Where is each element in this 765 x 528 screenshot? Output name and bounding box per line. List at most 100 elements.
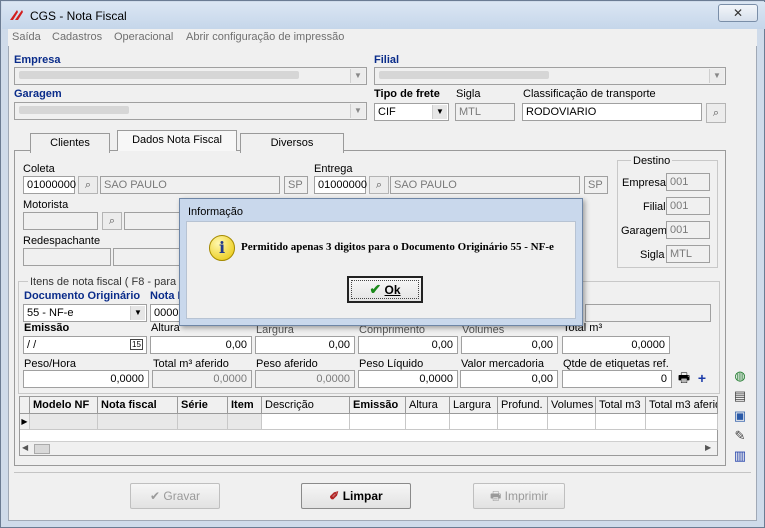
- coleta-code-field[interactable]: 01000000: [23, 176, 76, 194]
- col-item[interactable]: Item: [228, 397, 262, 414]
- filial-select[interactable]: ▼: [374, 67, 726, 85]
- etiquetas-value: 0: [660, 373, 667, 385]
- doc-orig-label: Documento Originário: [24, 290, 141, 302]
- tab-dados-nota-fiscal[interactable]: Dados Nota Fiscal: [117, 130, 237, 151]
- classificacao-field[interactable]: RODOVIARIO: [522, 103, 702, 121]
- add-icon[interactable]: +: [695, 370, 709, 386]
- limpar-button[interactable]: ✐ Limpar: [301, 483, 411, 509]
- scroll-left-icon[interactable]: ◀: [22, 443, 28, 452]
- limpar-label: Limpar: [342, 489, 383, 503]
- items-grid[interactable]: Modelo NF Nota fiscal Série Item Descriç…: [19, 396, 718, 456]
- ok-button[interactable]: ✔ Ok: [347, 276, 423, 303]
- tipo-frete-select[interactable]: CIF ▼: [374, 103, 449, 121]
- chevron-down-icon[interactable]: ▼: [432, 105, 447, 119]
- scroll-thumb[interactable]: [34, 444, 50, 454]
- peso-hora-field[interactable]: 0,0000: [23, 370, 149, 388]
- chevron-down-icon[interactable]: ▼: [709, 69, 724, 83]
- gravar-label: Gravar: [163, 489, 201, 503]
- empresa-select[interactable]: ▼: [14, 67, 367, 85]
- table-cell[interactable]: [178, 414, 228, 430]
- comprimento-field[interactable]: 0,00: [358, 336, 458, 354]
- calendar-icon[interactable]: 15: [130, 339, 143, 350]
- volumes-value: 0,00: [531, 339, 553, 351]
- imprimir-button[interactable]: 🖶 Imprimir: [473, 483, 565, 509]
- col-descricao[interactable]: Descrição: [262, 397, 350, 414]
- coleta-uf: SP: [288, 179, 303, 191]
- redespachante-label: Redespachante: [23, 235, 101, 247]
- entrega-code-field[interactable]: 01000000: [314, 176, 367, 194]
- motorista-code-field[interactable]: [23, 212, 98, 230]
- menu-cadastros[interactable]: Cadastros: [52, 31, 102, 43]
- menu-saida[interactable]: Saída: [12, 31, 41, 43]
- horizontal-scrollbar[interactable]: ◀ ▶: [20, 441, 717, 455]
- gravar-button[interactable]: ✔ Gravar: [130, 483, 220, 509]
- menu-abrir-config[interactable]: Abrir configuração de impressão: [186, 31, 344, 43]
- printer-icon[interactable]: 🖶: [676, 370, 692, 386]
- menu-operacional[interactable]: Operacional: [114, 31, 173, 43]
- table-cell[interactable]: [350, 414, 406, 430]
- table-cell[interactable]: [450, 414, 498, 430]
- info-dialog: Informação i Permitido apenas 3 digitos …: [179, 198, 583, 326]
- row-indicator-icon: ▶: [20, 414, 30, 430]
- col-largura[interactable]: Largura: [450, 397, 498, 414]
- scroll-right-icon[interactable]: ▶: [705, 443, 711, 452]
- volumes-field[interactable]: 0,00: [461, 336, 558, 354]
- col-profund[interactable]: Profund.: [498, 397, 548, 414]
- emissao-field[interactable]: / / 15: [23, 336, 147, 354]
- app-icon: [9, 8, 25, 22]
- peso-hora-value: 0,0000: [110, 373, 144, 385]
- chevron-down-icon[interactable]: ▼: [130, 306, 145, 320]
- garagem-label: Garagem: [14, 88, 62, 100]
- m3-field[interactable]: 0,0000: [562, 336, 670, 354]
- chevron-down-icon[interactable]: ▼: [350, 104, 365, 118]
- table-cell[interactable]: [596, 414, 646, 430]
- binoculars-icon[interactable]: ⌕: [102, 212, 122, 230]
- binoculars-icon[interactable]: ⌕: [78, 176, 98, 194]
- garagem-select[interactable]: ▼: [14, 102, 367, 120]
- etiquetas-label: Qtde de etiquetas ref.: [563, 358, 669, 370]
- largura-field[interactable]: 0,00: [255, 336, 355, 354]
- col-altura[interactable]: Altura: [406, 397, 450, 414]
- table-cell[interactable]: [262, 414, 350, 430]
- m3-aferido-field: 0,0000: [152, 370, 252, 388]
- col-volumes[interactable]: Volumes: [548, 397, 596, 414]
- col-emissao[interactable]: Emissão: [350, 397, 406, 414]
- close-button[interactable]: ✕: [718, 4, 758, 22]
- altura-value: 0,00: [225, 339, 247, 351]
- destino-empresa-label: Empresa: [622, 177, 667, 189]
- col-modelo-nf[interactable]: Modelo NF: [30, 397, 98, 414]
- peso-liquido-field[interactable]: 0,0000: [358, 370, 458, 388]
- entrega-city: SAO PAULO: [394, 179, 457, 191]
- table-cell[interactable]: [98, 414, 178, 430]
- globe-icon[interactable]: ◍: [731, 367, 749, 385]
- tab-clientes[interactable]: Clientes: [30, 133, 110, 153]
- col-serie[interactable]: Série: [178, 397, 228, 414]
- garagem-redacted-text: [19, 106, 129, 114]
- table-cell[interactable]: [228, 414, 262, 430]
- table-cell[interactable]: [646, 414, 718, 430]
- altura-field[interactable]: 0,00: [150, 336, 252, 354]
- redespachante-code-field[interactable]: [23, 248, 111, 266]
- largura-value: 0,00: [328, 339, 350, 351]
- comprimento-value: 0,00: [431, 339, 453, 351]
- truck-icon[interactable]: ▣: [731, 407, 749, 425]
- binoculars-icon[interactable]: ⌕: [369, 176, 389, 194]
- edit-icon[interactable]: ✎: [731, 427, 749, 445]
- etiquetas-field[interactable]: 0: [562, 370, 672, 388]
- col-total-m3-aferido[interactable]: Total m3 aferido: [646, 397, 718, 414]
- table-cell[interactable]: [498, 414, 548, 430]
- table-row[interactable]: [30, 414, 98, 430]
- col-total-m3[interactable]: Total m3: [596, 397, 646, 414]
- table-cell[interactable]: [406, 414, 450, 430]
- emissao-label: Emissão: [24, 322, 70, 334]
- doc-orig-select[interactable]: 55 - NF-e ▼: [23, 304, 147, 322]
- document-icon[interactable]: ▤: [731, 387, 749, 405]
- valor-merc-field[interactable]: 0,00: [460, 370, 558, 388]
- col-nota-fiscal[interactable]: Nota fiscal: [98, 397, 178, 414]
- table-cell[interactable]: [548, 414, 596, 430]
- book-icon[interactable]: ▥: [731, 447, 749, 465]
- binoculars-icon[interactable]: ⌕: [706, 103, 726, 123]
- entrega-code: 01000000: [318, 179, 367, 191]
- chevron-down-icon[interactable]: ▼: [350, 69, 365, 83]
- tab-diversos[interactable]: Diversos: [240, 133, 344, 153]
